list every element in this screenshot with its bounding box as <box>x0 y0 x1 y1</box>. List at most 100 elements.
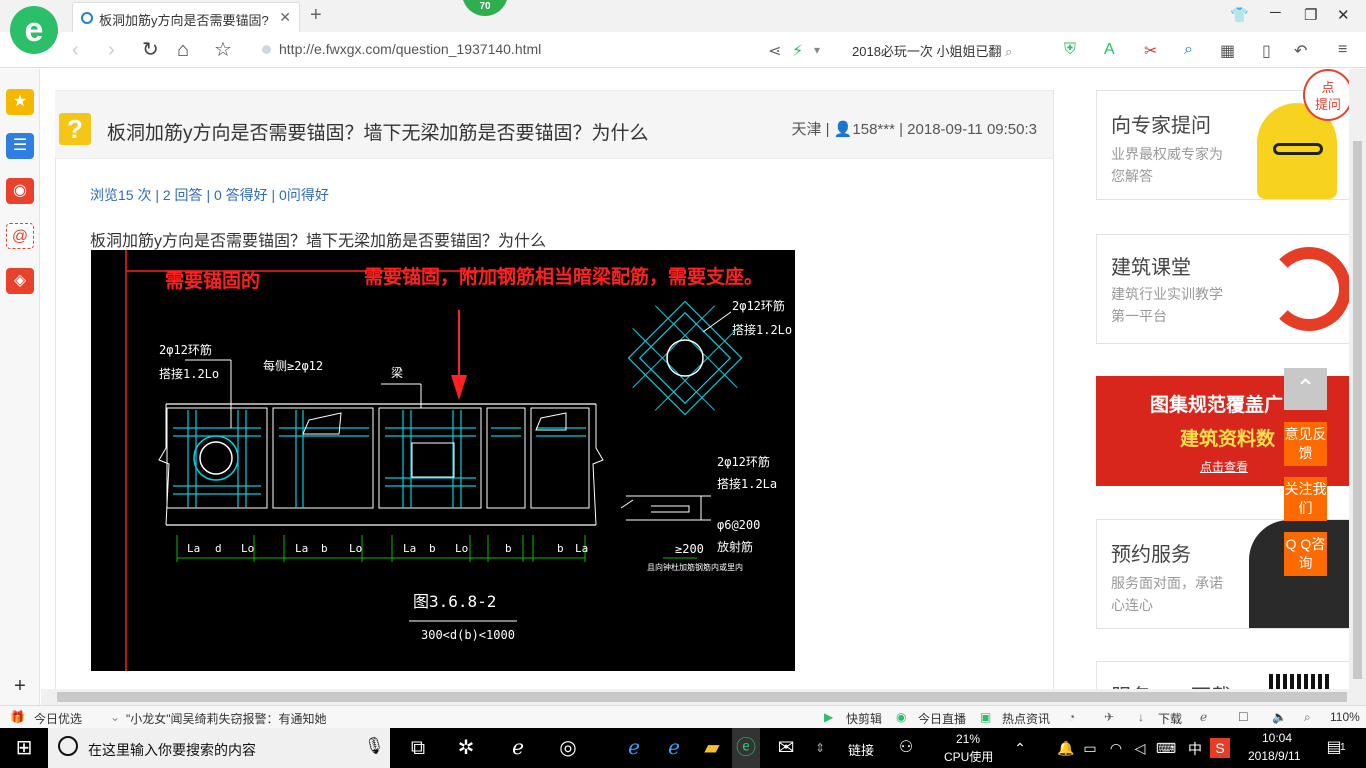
zoom-icon[interactable]: ⌕ <box>1304 710 1311 725</box>
question-stats[interactable]: 浏览15 次 | 2 回答 | 0 答得好 | 0问得好 <box>90 185 329 205</box>
minimize-button[interactable]: ─ <box>1270 4 1281 21</box>
task-view-icon[interactable]: ⧉ <box>404 736 432 760</box>
qq-consult-button[interactable]: Q Q咨询 <box>1284 532 1327 576</box>
address-bar[interactable]: http://e.fwxgx.com/question_1937140.html <box>262 41 541 57</box>
feedback-button[interactable]: 意见反馈 <box>1284 422 1327 466</box>
share-icon[interactable]: ⋖ <box>768 41 781 61</box>
cad-drawing-image[interactable]: 需要锚固的 需要锚固，附加钢筋相当暗梁配筋，需要支座。 2φ12环筋 搭接1.2… <box>91 250 795 671</box>
forward-icon[interactable]: › <box>108 40 115 60</box>
game-icon[interactable]: ◈ <box>6 268 34 294</box>
taskbar-search[interactable]: 在这里输入你要搜索的内容 🎙 <box>48 728 390 768</box>
file-explorer-icon[interactable]: ▰ <box>698 736 726 760</box>
page-content: ? 板洞加筋y方向是否需要锚固？墙下无梁加筋是否要锚固？为什么 天津 | 👤15… <box>41 69 1366 689</box>
speaker-icon[interactable]: ◁ <box>1126 736 1154 760</box>
quick-clip-link[interactable]: 快剪辑 <box>846 710 882 727</box>
close-window-button[interactable]: ✕ <box>1337 6 1350 24</box>
menu-icon[interactable]: ≡ <box>1338 41 1347 59</box>
horizontal-scroll-thumb[interactable] <box>57 692 1347 702</box>
browser-logo[interactable]: e <box>10 6 58 54</box>
mail-icon[interactable]: ✉ <box>772 736 800 760</box>
tab-close-icon[interactable]: ✕ <box>279 9 291 26</box>
translate-icon[interactable]: A <box>1104 41 1115 59</box>
undo-icon[interactable]: ↶ <box>1294 41 1307 61</box>
speed-icon[interactable]: ◔ <box>1068 710 1075 724</box>
shield-icon[interactable]: ⛨ <box>1064 41 1076 59</box>
ring-bar-label-2: 2φ12环筋 <box>732 298 785 313</box>
sogou-icon[interactable]: S <box>1210 738 1230 758</box>
dimension-label: Lo <box>349 542 362 555</box>
search-icon[interactable]: ⌕ <box>1005 44 1012 59</box>
browser-tab[interactable]: 板洞加筋y方向是否需要锚固? ✕ <box>72 2 300 32</box>
ge200-label: ≥200 <box>675 542 704 556</box>
phone-icon[interactable]: ▯ <box>1262 41 1271 61</box>
list-icon[interactable]: ☰ <box>6 133 34 159</box>
ie-icon[interactable]: ℯ <box>1200 710 1207 724</box>
chevron-down-icon[interactable]: ⌄ <box>110 710 120 724</box>
add-icon[interactable]: + <box>6 673 34 699</box>
follow-us-button[interactable]: 关注我们 <box>1284 477 1327 521</box>
ie-taskbar-icon[interactable]: ℯ <box>660 736 688 760</box>
pinwheel-icon[interactable]: ✲ <box>452 736 480 760</box>
app-download-card[interactable]: 服务APP下载 <box>1096 661 1350 689</box>
slab-panel <box>378 407 482 509</box>
score-badge[interactable]: 70 <box>462 0 508 16</box>
new-tab-button[interactable]: + <box>310 4 322 27</box>
magnifier-icon[interactable]: ⌕ <box>1184 41 1193 59</box>
ask-corner-badge[interactable]: 点 提问 <box>1303 69 1353 121</box>
edge-icon[interactable]: ℯ <box>620 736 648 760</box>
vertical-scrollbar[interactable] <box>1349 69 1366 689</box>
banner-button[interactable]: 点击查看 <box>1200 458 1248 475</box>
battery-icon[interactable]: ▭ <box>1076 736 1104 760</box>
window-icon[interactable]: ☐ <box>1238 710 1249 724</box>
windows-start-icon[interactable]: ⊞ <box>10 736 38 760</box>
slab-panel <box>486 407 526 509</box>
horizontal-scrollbar[interactable] <box>41 689 1366 705</box>
edge-browser-icon[interactable]: ℯ <box>504 736 532 760</box>
clock-time[interactable]: 10:04 <box>1262 731 1292 745</box>
home-icon[interactable]: ⌂ <box>177 40 189 60</box>
shirt-skin-icon[interactable]: 👕 <box>1230 6 1249 24</box>
news-ticker[interactable]: "小龙女"闻吴绮莉失窃报警：有通知她 <box>126 710 327 727</box>
site-icon <box>262 45 271 54</box>
favorites-icon[interactable]: ★ <box>6 89 34 115</box>
ime-indicator[interactable]: 中 <box>1188 739 1202 759</box>
weibo-icon[interactable]: ◉ <box>6 178 34 204</box>
keyboard-icon[interactable]: ⌨ <box>1152 736 1180 760</box>
email-icon[interactable]: @ <box>6 223 34 249</box>
taskbar-scroll-icon[interactable]: ⇕ <box>806 736 834 760</box>
dimension-label: La <box>187 542 200 555</box>
restore-button[interactable]: ❐ <box>1304 6 1317 24</box>
volume-icon[interactable]: 🔈 <box>1272 710 1287 724</box>
app-swirl-icon[interactable]: ◎ <box>554 736 582 760</box>
notification-count: 1 <box>1340 742 1346 753</box>
question-body: 板洞加筋y方向是否需要锚固？墙下无梁加筋是否要锚固？为什么 <box>90 233 547 250</box>
slab-panel <box>272 407 374 509</box>
links-toolbar[interactable]: 链接 <box>848 740 874 759</box>
zoom-level[interactable]: 110% <box>1330 710 1360 724</box>
star-icon[interactable]: ☆ <box>214 40 232 60</box>
chevron-down-icon[interactable]: ▾ <box>814 43 820 57</box>
lightning-icon[interactable]: ⚡ <box>792 41 803 61</box>
leader-line <box>702 311 732 333</box>
pin-icon[interactable]: ✈ <box>1104 710 1114 724</box>
browser-active-icon[interactable]: ⓔ <box>732 728 760 768</box>
radial-label: 放射筋 <box>717 539 753 554</box>
refresh-icon[interactable]: ↻ <box>142 40 159 60</box>
daily-picks-link[interactable]: 今日优选 <box>34 710 82 727</box>
vertical-scroll-thumb[interactable] <box>1353 141 1362 679</box>
hot-news-link[interactable]: 热点资讯 <box>1002 710 1050 727</box>
scissors-icon[interactable]: ✂ <box>1144 41 1157 61</box>
back-icon[interactable]: ‹ <box>72 40 79 60</box>
search-box[interactable]: 2018必玩一次 小姐姐已翻 ⌕ <box>852 41 1012 60</box>
clock-date[interactable]: 2018/9/11 <box>1248 749 1301 763</box>
chevron-up-icon[interactable]: ⌃ <box>1006 736 1034 760</box>
microphone-icon[interactable]: 🎙 <box>364 736 384 756</box>
card-title: 服务APP下载 <box>1111 680 1231 689</box>
live-link[interactable]: 今日直播 <box>918 710 966 727</box>
people-icon[interactable]: ⚇ <box>892 736 920 760</box>
nav-bar: ‹ › ↻ ⌂ ☆ http://e.fwxgx.com/question_19… <box>0 32 1366 68</box>
back-to-top-button[interactable]: ⌃ <box>1284 368 1327 410</box>
building-class-card[interactable]: 建筑课堂 建筑行业实训教学第一平台 <box>1096 234 1350 344</box>
download-link[interactable]: 下载 <box>1158 710 1182 727</box>
apps-icon[interactable]: ▦ <box>1220 41 1235 61</box>
